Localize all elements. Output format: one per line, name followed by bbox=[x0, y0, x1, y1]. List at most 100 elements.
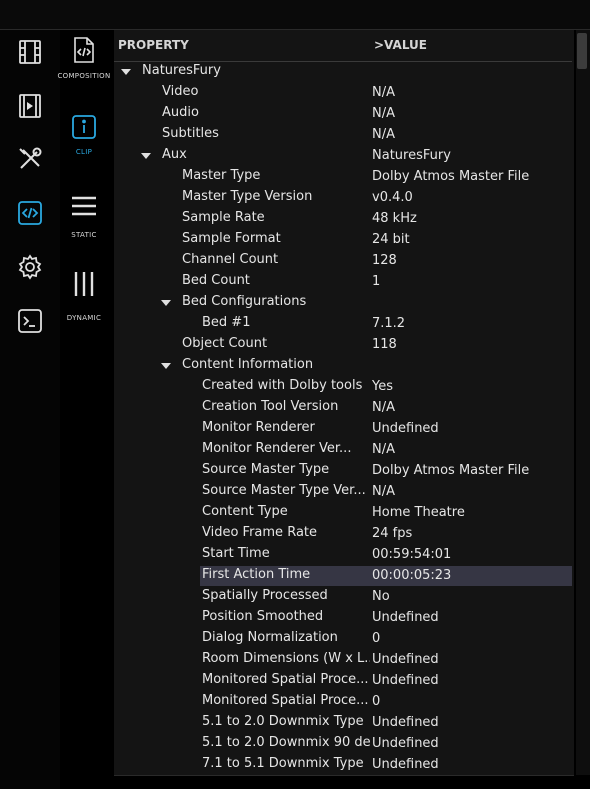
property-value: N/A bbox=[372, 400, 395, 415]
property-label: First Action Time bbox=[202, 567, 311, 582]
property-label: 5.1 to 2.0 Downmix 90 de... bbox=[202, 735, 370, 750]
property-value: No bbox=[372, 589, 390, 604]
table-row[interactable]: Position Smoothed Undefined bbox=[114, 607, 572, 628]
property-label: Master Type Version bbox=[182, 189, 313, 204]
expand-arrow-icon[interactable] bbox=[121, 69, 131, 75]
table-row[interactable]: Content Information bbox=[114, 355, 572, 376]
property-value: N/A bbox=[372, 484, 395, 499]
mode-composition-label: COMPOSITION bbox=[57, 72, 111, 80]
film-icon[interactable] bbox=[14, 36, 46, 68]
table-row[interactable]: Created with Dolby tools Yes bbox=[114, 376, 572, 397]
table-row[interactable]: Sample Rate 48 kHz bbox=[114, 208, 572, 229]
value-column-header[interactable]: >VALUE bbox=[374, 38, 427, 52]
property-label: Source Master Type bbox=[202, 462, 330, 477]
property-value: NaturesFury bbox=[372, 148, 451, 163]
property-label: NaturesFury bbox=[142, 63, 221, 78]
table-row[interactable]: Video Frame Rate 24 fps bbox=[114, 523, 572, 544]
table-row[interactable]: Sample Format 24 bit bbox=[114, 229, 572, 250]
mode-dynamic[interactable]: DYNAMIC bbox=[56, 270, 112, 322]
property-label: Master Type bbox=[182, 168, 261, 183]
property-value: 7.1.2 bbox=[372, 316, 406, 331]
property-label: Dialog Normalization bbox=[202, 630, 338, 645]
property-value: Undefined bbox=[372, 673, 439, 688]
scrollbar-track[interactable] bbox=[576, 30, 590, 775]
property-value: Undefined bbox=[372, 715, 439, 730]
table-row[interactable]: Monitor Renderer Undefined bbox=[114, 418, 572, 439]
gear-icon[interactable] bbox=[14, 251, 46, 283]
mode-dynamic-label: DYNAMIC bbox=[66, 314, 102, 322]
mode-composition[interactable]: COMPOSITION bbox=[56, 36, 112, 80]
property-label: Sample Rate bbox=[182, 210, 265, 225]
table-row[interactable]: Source Master Type Ver... N/A bbox=[114, 481, 572, 502]
table-row[interactable]: Object Count 118 bbox=[114, 334, 572, 355]
video-clip-icon[interactable] bbox=[14, 90, 46, 122]
table-row[interactable]: Monitored Spatial Proce... Undefined bbox=[114, 670, 572, 691]
property-value: Yes bbox=[372, 379, 393, 394]
property-label: Bed #1 bbox=[202, 315, 251, 330]
table-row[interactable]: Bed Count 1 bbox=[114, 271, 572, 292]
property-label: Room Dimensions (W x L... bbox=[202, 651, 370, 666]
table-row[interactable]: NaturesFury bbox=[114, 61, 572, 82]
property-value: Undefined bbox=[372, 610, 439, 625]
table-row[interactable]: Spatially Processed No bbox=[114, 586, 572, 607]
property-label: Source Master Type Ver... bbox=[202, 483, 366, 498]
table-row[interactable]: Master Type Version v0.4.0 bbox=[114, 187, 572, 208]
main-sidebar bbox=[0, 30, 60, 789]
table-row[interactable]: Start Time 00:59:54:01 bbox=[114, 544, 572, 565]
property-label: Content Type bbox=[202, 504, 288, 519]
property-label: Bed Configurations bbox=[182, 294, 307, 309]
property-label: Aux bbox=[162, 147, 187, 162]
table-row[interactable]: 5.1 to 2.0 Downmix 90 de... Undefined bbox=[114, 733, 572, 754]
property-label: Monitored Spatial Proce... bbox=[202, 672, 369, 687]
table-row[interactable]: Video N/A bbox=[114, 82, 572, 103]
mode-static[interactable]: STATIC bbox=[56, 195, 112, 239]
property-value: v0.4.0 bbox=[372, 190, 413, 205]
property-value: N/A bbox=[372, 85, 395, 100]
table-row[interactable]: Content Type Home Theatre bbox=[114, 502, 572, 523]
code-icon[interactable] bbox=[14, 197, 46, 229]
property-value: Home Theatre bbox=[372, 505, 465, 520]
property-label: Position Smoothed bbox=[202, 609, 324, 624]
mode-clip[interactable]: CLIP bbox=[56, 114, 112, 156]
dynamic-bars-icon bbox=[74, 272, 94, 296]
table-row[interactable]: Monitored Spatial Proce... 0 bbox=[114, 691, 572, 712]
table-row[interactable]: Monitor Renderer Ver... N/A bbox=[114, 439, 572, 460]
table-row[interactable]: Source Master Type Dolby Atmos Master Fil… bbox=[114, 460, 572, 481]
table-row[interactable]: Creation Tool Version N/A bbox=[114, 397, 572, 418]
expand-arrow-icon[interactable] bbox=[161, 363, 171, 369]
property-label: Monitored Spatial Proce... bbox=[202, 693, 369, 708]
property-column-header[interactable]: PROPERTY bbox=[118, 38, 189, 52]
table-row[interactable]: Aux NaturesFury bbox=[114, 145, 572, 166]
table-row[interactable]: 5.1 to 2.0 Downmix Type Undefined bbox=[114, 712, 572, 733]
table-row[interactable]: First Action Time 00:00:05:23 bbox=[114, 565, 572, 586]
table-row[interactable]: Channel Count 128 bbox=[114, 250, 572, 271]
tools-icon[interactable] bbox=[14, 143, 46, 175]
property-value: 0 bbox=[372, 694, 381, 709]
scrollbar-thumb[interactable] bbox=[577, 33, 587, 69]
table-row[interactable]: Subtitles N/A bbox=[114, 124, 572, 145]
table-row[interactable]: Dialog Normalization 0 bbox=[114, 628, 572, 649]
bottom-divider bbox=[114, 775, 574, 776]
table-row[interactable]: Bed Configurations bbox=[114, 292, 572, 313]
property-value: N/A bbox=[372, 127, 395, 142]
table-header: PROPERTY >VALUE bbox=[114, 30, 572, 62]
table-row[interactable]: 7.1 to 5.1 Downmix Type Undefined bbox=[114, 754, 572, 775]
property-label: Monitor Renderer Ver... bbox=[202, 441, 352, 456]
property-value: 24 bit bbox=[372, 232, 410, 247]
property-value: 118 bbox=[372, 337, 397, 352]
property-value: N/A bbox=[372, 106, 395, 121]
property-label: Created with Dolby tools bbox=[202, 378, 363, 393]
table-row[interactable]: Audio N/A bbox=[114, 103, 572, 124]
mode-clip-label: CLIP bbox=[75, 148, 93, 156]
expand-arrow-icon[interactable] bbox=[161, 300, 171, 306]
property-label: Sample Format bbox=[182, 231, 281, 246]
expand-arrow-icon[interactable] bbox=[141, 153, 151, 159]
property-label: Spatially Processed bbox=[202, 588, 328, 603]
property-label: Bed Count bbox=[182, 273, 250, 288]
property-value: N/A bbox=[372, 442, 395, 457]
property-label: Audio bbox=[162, 105, 199, 120]
table-row[interactable]: Room Dimensions (W x L... Undefined bbox=[114, 649, 572, 670]
table-row[interactable]: Bed #1 7.1.2 bbox=[114, 313, 572, 334]
table-row[interactable]: Master Type Dolby Atmos Master File bbox=[114, 166, 572, 187]
terminal-icon[interactable] bbox=[14, 305, 46, 337]
